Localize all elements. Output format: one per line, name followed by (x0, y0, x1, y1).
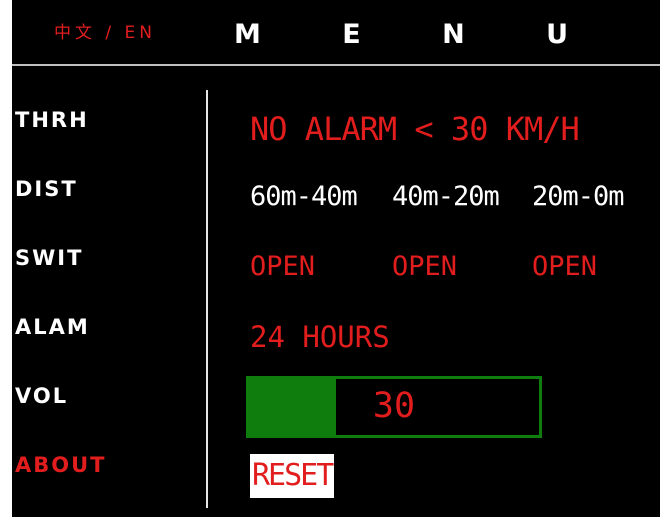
volume-value: 30 (372, 386, 416, 426)
distance-range-3: 20m-0m (532, 181, 625, 212)
sidebar-item-threshold[interactable]: THRH (15, 108, 89, 132)
alarm-duration-value[interactable]: 24 HOURS (250, 320, 390, 354)
threshold-value[interactable]: NO ALARM < 30 KM/H (250, 110, 580, 148)
sidebar-item-alarm[interactable]: ALAM (15, 315, 90, 339)
sidebar-item-about[interactable]: ABOUT (15, 453, 107, 477)
header-divider (12, 64, 660, 66)
sidebar-item-switch[interactable]: SWIT (15, 246, 83, 270)
distance-range-2: 40m-20m (392, 181, 500, 212)
switch-toggle-3[interactable]: OPEN (532, 251, 597, 282)
menu-screen: 中文 / EN M E N U THRH DIST SWIT ALAM VOL … (12, 0, 660, 517)
menu-title: M E N U (234, 19, 605, 50)
sidebar-item-distance[interactable]: DIST (15, 177, 78, 201)
sidebar-divider (206, 90, 208, 508)
sidebar-item-volume[interactable]: VOL (15, 384, 68, 408)
switch-toggle-2[interactable]: OPEN (392, 251, 457, 282)
distance-range-1: 60m-40m (250, 181, 358, 212)
language-toggle[interactable]: 中文 / EN (54, 18, 156, 43)
reset-button[interactable]: RESET (250, 454, 334, 498)
volume-slider[interactable]: 30 (246, 376, 542, 438)
switch-toggle-1[interactable]: OPEN (250, 251, 315, 282)
